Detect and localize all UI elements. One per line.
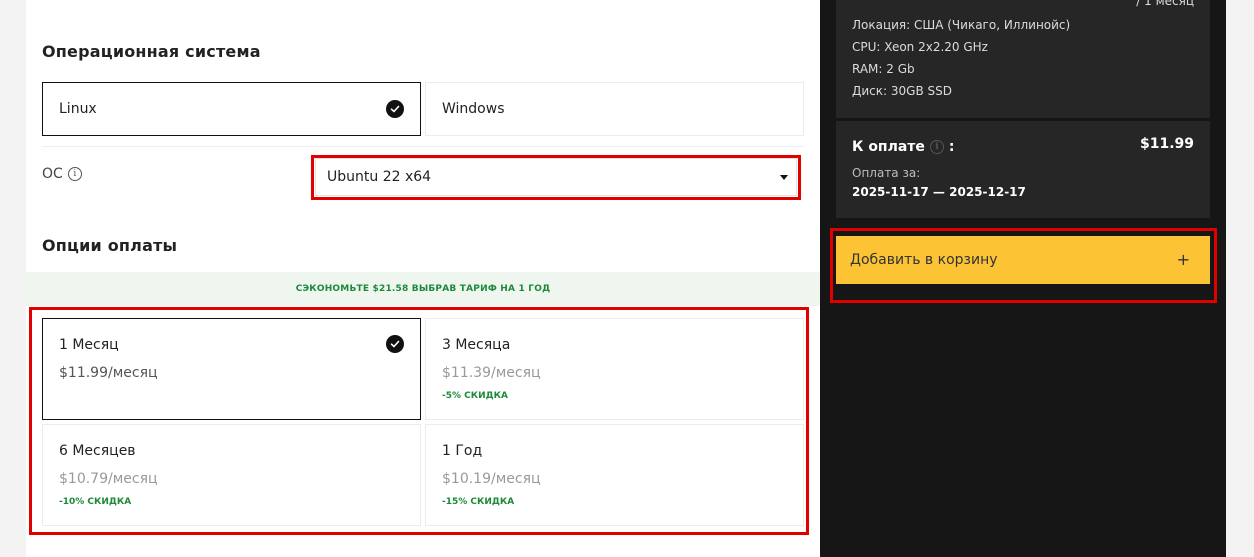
payment-total-amount: $11.99 xyxy=(1139,136,1194,152)
payment-total-colon: : xyxy=(948,139,955,155)
plan-name: 1 Месяц xyxy=(59,337,119,353)
plus-icon: + xyxy=(1176,250,1190,269)
plan-name: 3 Месяца xyxy=(442,337,511,353)
os-section-title: Операционная система xyxy=(42,42,261,61)
plan-price: $11.99/месяц xyxy=(59,365,158,381)
discount-badge: -5% СКИДКА xyxy=(442,391,508,401)
payment-total-title: К оплате xyxy=(852,139,925,155)
spec-cpu: CPU: Xeon 2x2.20 GHz xyxy=(852,40,988,54)
plan-card-3-months[interactable]: 3 Месяца $11.39/месяц -5% СКИДКА xyxy=(425,318,804,420)
info-icon[interactable]: i xyxy=(929,140,944,154)
plan-card-1-month[interactable]: 1 Месяц $11.99/месяц xyxy=(42,318,421,420)
payment-section-title: Опции оплаты xyxy=(42,236,178,255)
spec-location: Локация: США (Чикаго, Иллинойс) xyxy=(852,18,1071,32)
payment-period-dates: 2025-11-17 — 2025-12-17 xyxy=(852,185,1026,199)
os-option-windows[interactable]: Windows xyxy=(425,82,804,136)
plan-price: $11.39/месяц xyxy=(442,365,541,381)
add-to-cart-label: Добавить в корзину xyxy=(850,252,998,268)
os-label-text: ОС xyxy=(42,166,63,182)
plan-price: $10.19/месяц xyxy=(442,471,541,487)
spec-ram: RAM: 2 Gb xyxy=(852,62,915,76)
plan-card-6-months[interactable]: 6 Месяцев $10.79/месяц -10% СКИДКА xyxy=(42,424,421,526)
discount-badge: -10% СКИДКА xyxy=(59,497,132,507)
payment-total-label: К оплате i : xyxy=(852,139,955,155)
os-version-value: Ubuntu 22 x64 xyxy=(327,169,432,185)
plan-name: 6 Месяцев xyxy=(59,443,136,459)
os-option-label: Windows xyxy=(442,101,505,117)
server-specs-box: / 1 месяц Локация: США (Чикаго, Иллинойс… xyxy=(836,0,1210,118)
checkmark-icon xyxy=(386,100,404,118)
os-option-label: Linux xyxy=(59,101,97,117)
billing-period: / 1 месяц xyxy=(1136,0,1194,8)
os-option-linux[interactable]: Linux xyxy=(42,82,421,136)
discount-badge: -15% СКИДКА xyxy=(442,497,515,507)
savings-promo-banner: СЭКОНОМЬТЕ $21.58 ВЫБРАВ ТАРИФ НА 1 ГОД xyxy=(26,272,820,306)
plan-name: 1 Год xyxy=(442,443,483,459)
plan-price: $10.79/месяц xyxy=(59,471,158,487)
divider xyxy=(42,146,804,147)
plan-card-1-year[interactable]: 1 Год $10.19/месяц -15% СКИДКА xyxy=(425,424,804,526)
add-to-cart-button[interactable]: Добавить в корзину + xyxy=(836,236,1210,284)
checkmark-icon xyxy=(386,335,404,353)
info-icon[interactable]: i xyxy=(67,167,82,181)
payment-total-box: К оплате i : $11.99 Оплата за: 2025-11-1… xyxy=(836,121,1210,218)
payment-period-label: Оплата за: xyxy=(852,166,921,180)
spec-disk: Диск: 30GB SSD xyxy=(852,84,952,98)
chevron-down-icon xyxy=(780,175,788,180)
os-field-label: ОС i xyxy=(42,166,82,182)
os-version-select[interactable]: Ubuntu 22 x64 xyxy=(315,158,797,196)
